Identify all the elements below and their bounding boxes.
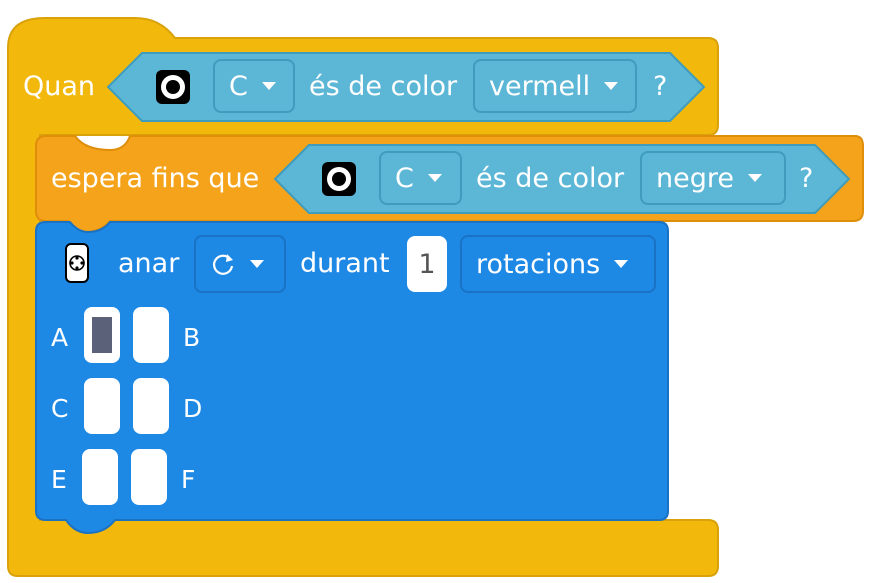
clockwise-icon	[212, 254, 234, 275]
is-color-text-2: és de color	[476, 163, 625, 194]
port-label-a: A	[51, 323, 69, 352]
question-mark-1: ?	[653, 71, 668, 102]
is-color-text-1: és de color	[309, 71, 458, 102]
port-label-d: D	[183, 394, 203, 423]
port-label-c: C	[51, 394, 69, 423]
color-dropdown-2[interactable]: negre	[640, 151, 786, 205]
port-slot-f[interactable]	[131, 449, 167, 505]
color-value-1: vermell	[489, 70, 591, 102]
color-dropdown-1[interactable]: vermell	[473, 59, 637, 113]
chevron-down-icon	[427, 174, 442, 182]
port-label-e: E	[51, 465, 67, 494]
chevron-down-icon	[747, 174, 762, 182]
question-mark-2: ?	[799, 163, 814, 194]
color-condition-2[interactable]: C és de color negre ?	[274, 144, 850, 214]
port-slot-d[interactable]	[133, 378, 169, 434]
color-condition-1[interactable]: C és de color vermell ?	[107, 52, 705, 122]
direction-dropdown[interactable]	[194, 235, 286, 293]
chevron-down-icon	[250, 260, 264, 268]
amount-input[interactable]: 1	[407, 236, 447, 292]
chevron-down-icon	[261, 82, 276, 90]
unit-dropdown[interactable]: rotacions	[460, 235, 656, 293]
port-dropdown-1[interactable]: C	[213, 59, 295, 113]
chevron-down-icon	[604, 82, 619, 90]
when-label: Quan	[23, 71, 96, 102]
port-selected-indicator	[92, 317, 112, 353]
color-sensor-icon	[156, 70, 190, 104]
port-slot-b[interactable]	[133, 307, 169, 363]
chevron-down-icon	[614, 260, 629, 268]
port-value-1: C	[229, 70, 248, 102]
port-label-b: B	[183, 323, 201, 352]
port-slot-a[interactable]	[84, 307, 120, 363]
color-sensor-icon	[322, 162, 356, 196]
port-slot-c[interactable]	[84, 378, 120, 434]
port-label-f: F	[181, 465, 196, 494]
port-slot-e[interactable]	[82, 449, 118, 505]
amount-value: 1	[418, 248, 436, 280]
port-dropdown-2[interactable]: C	[379, 151, 462, 205]
unit-value: rotacions	[476, 248, 601, 280]
port-value-2: C	[395, 162, 414, 194]
color-value-2: negre	[656, 162, 734, 194]
